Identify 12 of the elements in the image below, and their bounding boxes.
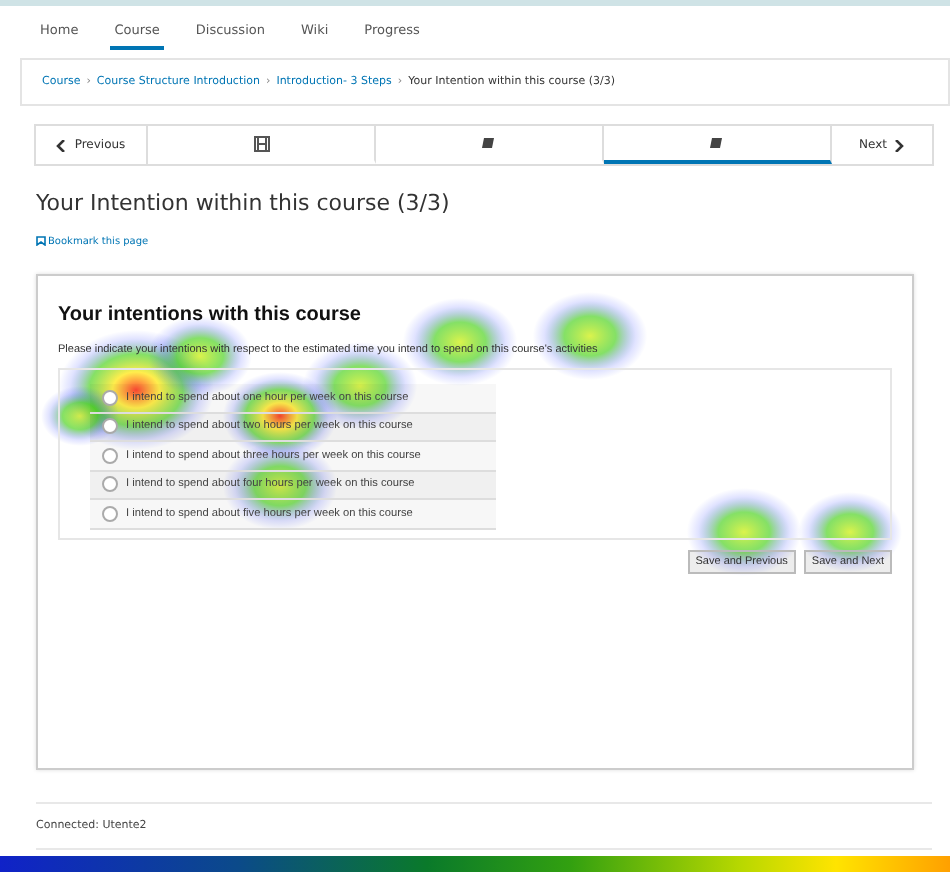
page-title: Your Intention within this course (3/3): [36, 190, 452, 216]
chevron-right-icon: [894, 139, 905, 151]
radio-button[interactable]: [102, 447, 118, 464]
survey-title: Your intentions with this course: [58, 304, 363, 326]
bookmark-icon: [36, 236, 46, 246]
unit-tab[interactable]: [604, 126, 832, 164]
chevron-left-icon: [56, 139, 67, 151]
radio-button[interactable]: [102, 505, 118, 522]
heat-spot: [798, 492, 902, 572]
heat-spot: [686, 488, 802, 576]
radio-button[interactable]: [102, 476, 118, 493]
film-icon: [253, 135, 269, 151]
